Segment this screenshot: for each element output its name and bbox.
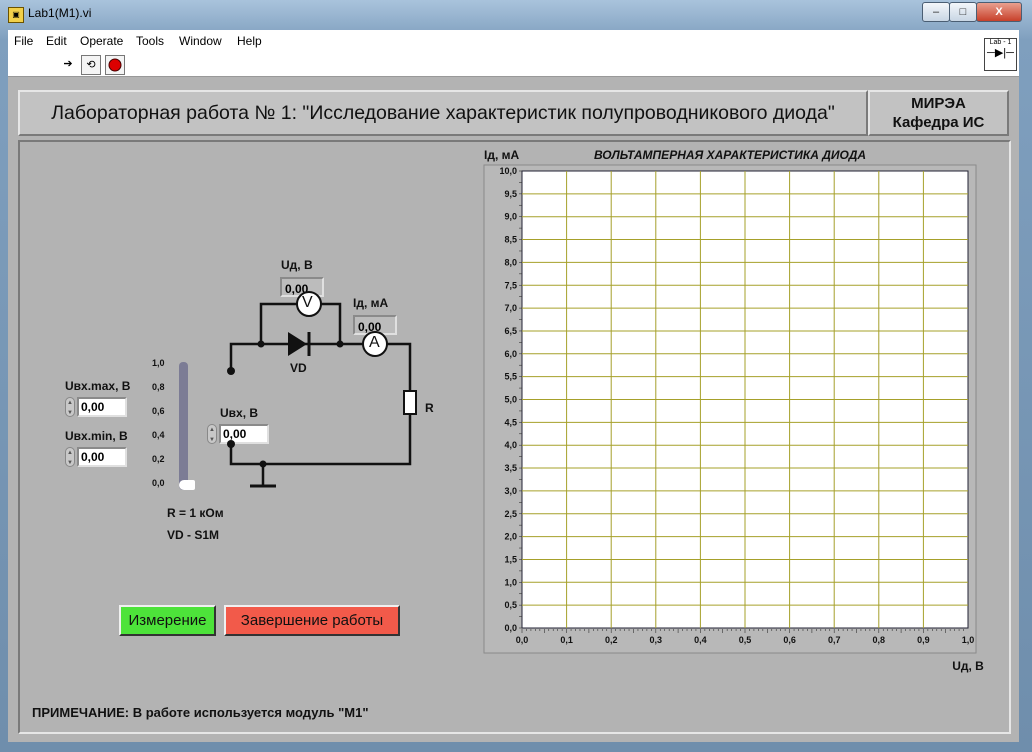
y-tick-label: 7,5 xyxy=(504,280,517,290)
y-tick-label: 1,0 xyxy=(504,577,517,587)
x-tick-label: 0,7 xyxy=(828,635,841,645)
menu-help[interactable]: Help xyxy=(237,34,262,48)
x-tick-label: 0,5 xyxy=(739,635,752,645)
y-axis-label: Iд, мА xyxy=(484,148,519,162)
y-tick-label: 4,5 xyxy=(504,417,517,427)
front-panel: Лабораторная работа № 1: "Исследование х… xyxy=(8,77,1019,742)
y-tick-label: 6,0 xyxy=(504,349,517,359)
minimize-button[interactable]: – xyxy=(922,2,950,22)
title-bar[interactable]: ▣ Lab1(M1).vi – □ X xyxy=(0,0,1032,28)
x-axis-label: Uд, В xyxy=(952,659,984,673)
resistor-value: R = 1 кОм xyxy=(167,506,224,520)
y-tick-label: 8,0 xyxy=(504,257,517,267)
diode-label: VD xyxy=(290,361,307,375)
y-tick-label: 3,5 xyxy=(504,463,517,473)
window-title: Lab1(M1).vi xyxy=(28,6,92,20)
x-tick-label: 0,6 xyxy=(783,635,796,645)
vi-lab-icon: Lab - 1 ─▶|─ xyxy=(984,38,1017,71)
organization-label: МИРЭА Кафедра ИС xyxy=(868,90,1009,136)
y-tick-label: 0,0 xyxy=(504,623,517,633)
x-tick-label: 0,0 xyxy=(516,635,529,645)
resistor-label: R xyxy=(425,401,434,415)
menu-tools[interactable]: Tools xyxy=(136,34,164,48)
x-tick-label: 0,4 xyxy=(694,635,707,645)
y-tick-label: 9,0 xyxy=(504,212,517,222)
menu-edit[interactable]: Edit xyxy=(46,34,67,48)
department-name: Кафедра ИС xyxy=(892,114,985,131)
run-arrow-icon[interactable]: ➔ xyxy=(59,55,77,73)
vi-front-panel-window: File Edit Operate Tools Window Help ➔ ⟲ … xyxy=(8,30,1019,742)
voltmeter-label: V xyxy=(302,294,313,311)
x-tick-label: 0,9 xyxy=(917,635,930,645)
y-tick-label: 9,5 xyxy=(504,189,517,199)
menu-file[interactable]: File xyxy=(14,34,33,48)
measure-button[interactable]: Измерение xyxy=(119,605,216,636)
y-tick-label: 6,5 xyxy=(504,326,517,336)
x-tick-label: 0,2 xyxy=(605,635,618,645)
x-tick-label: 0,1 xyxy=(560,635,573,645)
iv-chart: 0,0 0,1 0,2 0,3 0,4 0,5 0,6 0,7 0,8 0,9 1,0 0,0 0,5 1… xyxy=(483,148,984,673)
finish-button[interactable]: Завершение работы xyxy=(224,605,400,636)
maximize-button[interactable]: □ xyxy=(949,2,977,22)
y-tick-label: 4,0 xyxy=(504,440,517,450)
resistor-symbol xyxy=(403,390,417,415)
circuit-diagram xyxy=(227,291,417,488)
lab-icon-label: Lab - 1 xyxy=(989,39,1012,46)
x-tick-label: 1,0 xyxy=(962,635,975,645)
menu-operate[interactable]: Operate xyxy=(80,34,123,48)
y-tick-label: 2,5 xyxy=(504,509,517,519)
y-tick-label: 10,0 xyxy=(499,166,517,176)
chart-title: ВОЛЬТАМПЕРНАЯ ХАРАКТЕРИСТИКА ДИОДА xyxy=(594,148,866,162)
diode-icon xyxy=(288,332,307,356)
footnote: ПРИМЕЧАНИЕ: В работе используется модуль… xyxy=(32,705,369,720)
y-tick-label: 8,5 xyxy=(504,235,517,245)
application-window: ▣ Lab1(M1).vi – □ X File Edit Operate To… xyxy=(0,0,1032,752)
page-title: Лабораторная работа № 1: "Исследование х… xyxy=(18,90,868,136)
close-button[interactable]: X xyxy=(976,2,1022,22)
main-area: Uвх.max, В ▲ ▼ 0,00 Uвх.min, В ▲ ▼ 0,00 1,… xyxy=(18,140,1011,734)
org-name: МИРЭА xyxy=(911,95,966,112)
y-tick-label: 3,0 xyxy=(504,486,517,496)
menu-bar: File Edit Operate Tools Window Help xyxy=(8,30,1019,52)
y-tick-label: 2,0 xyxy=(504,532,517,542)
labview-vi-icon: ▣ xyxy=(8,7,24,23)
y-tick-label: 5,0 xyxy=(504,395,517,405)
y-tick-label: 7,0 xyxy=(504,303,517,313)
y-tick-label: 5,5 xyxy=(504,372,517,382)
ammeter-label: A xyxy=(369,334,380,351)
x-tick-label: 0,8 xyxy=(873,635,886,645)
run-continuous-icon[interactable]: ⟲ xyxy=(81,55,101,75)
diode-model: VD - S1M xyxy=(167,528,220,542)
y-tick-label: 1,5 xyxy=(504,554,517,564)
toolbar: ➔ ⟲ xyxy=(8,52,1019,77)
y-tick-label: 0,5 xyxy=(504,600,517,610)
menu-window[interactable]: Window xyxy=(179,34,222,48)
x-tick-label: 0,3 xyxy=(650,635,663,645)
abort-stop-icon[interactable] xyxy=(105,55,125,75)
